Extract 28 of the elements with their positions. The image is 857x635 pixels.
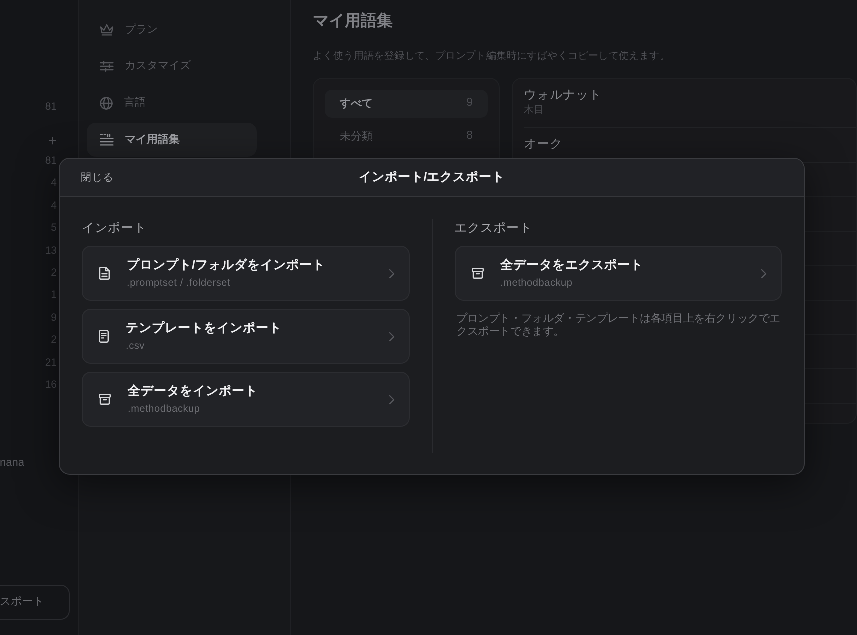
sliders-icon xyxy=(100,61,114,72)
term-name[interactable]: ウォルナット xyxy=(524,87,602,104)
user-name: nana xyxy=(0,456,24,470)
term-name[interactable]: オーク xyxy=(524,136,563,153)
close-button[interactable]: 閉じる xyxy=(81,170,114,184)
sidebar-item[interactable]: マイ用語集 xyxy=(87,123,257,158)
archive-box-icon xyxy=(99,394,111,405)
page-title: マイ用語集 xyxy=(313,11,393,32)
import-option-button[interactable]: テンプレートをインポート .csv xyxy=(82,309,410,364)
section-heading: エクスポート xyxy=(454,220,532,237)
chevron-right-icon xyxy=(761,268,767,278)
export-button[interactable]: スポート xyxy=(0,585,70,620)
chevron-right-icon xyxy=(388,268,394,278)
document-icon xyxy=(99,267,110,280)
list-icon xyxy=(100,134,114,146)
export-note: プロンプト・フォルダ・テンプレートは各項目上を右クリックでエクスポートできます。 xyxy=(456,313,782,339)
template-icon xyxy=(99,330,109,343)
globe-icon xyxy=(100,96,113,110)
chevron-right-icon xyxy=(388,394,394,404)
dialog-title: インポート/エクスポート xyxy=(358,169,506,186)
export-option-button[interactable]: 全データをエクスポート .methodbackup xyxy=(454,246,782,301)
crown-icon xyxy=(100,24,114,36)
chevron-right-icon xyxy=(388,332,394,342)
section-heading: インポート xyxy=(82,220,147,237)
archive-box-icon xyxy=(472,268,484,279)
import-option-button[interactable]: プロンプト/フォルダをインポート .promptset / .folderset xyxy=(82,246,410,301)
import-option-button[interactable]: 全データをインポート .methodbackup xyxy=(82,372,410,427)
page-description: よく使う用語を登録して、プロンプト編集時にすばやくコピーして使えます。 xyxy=(313,50,670,64)
